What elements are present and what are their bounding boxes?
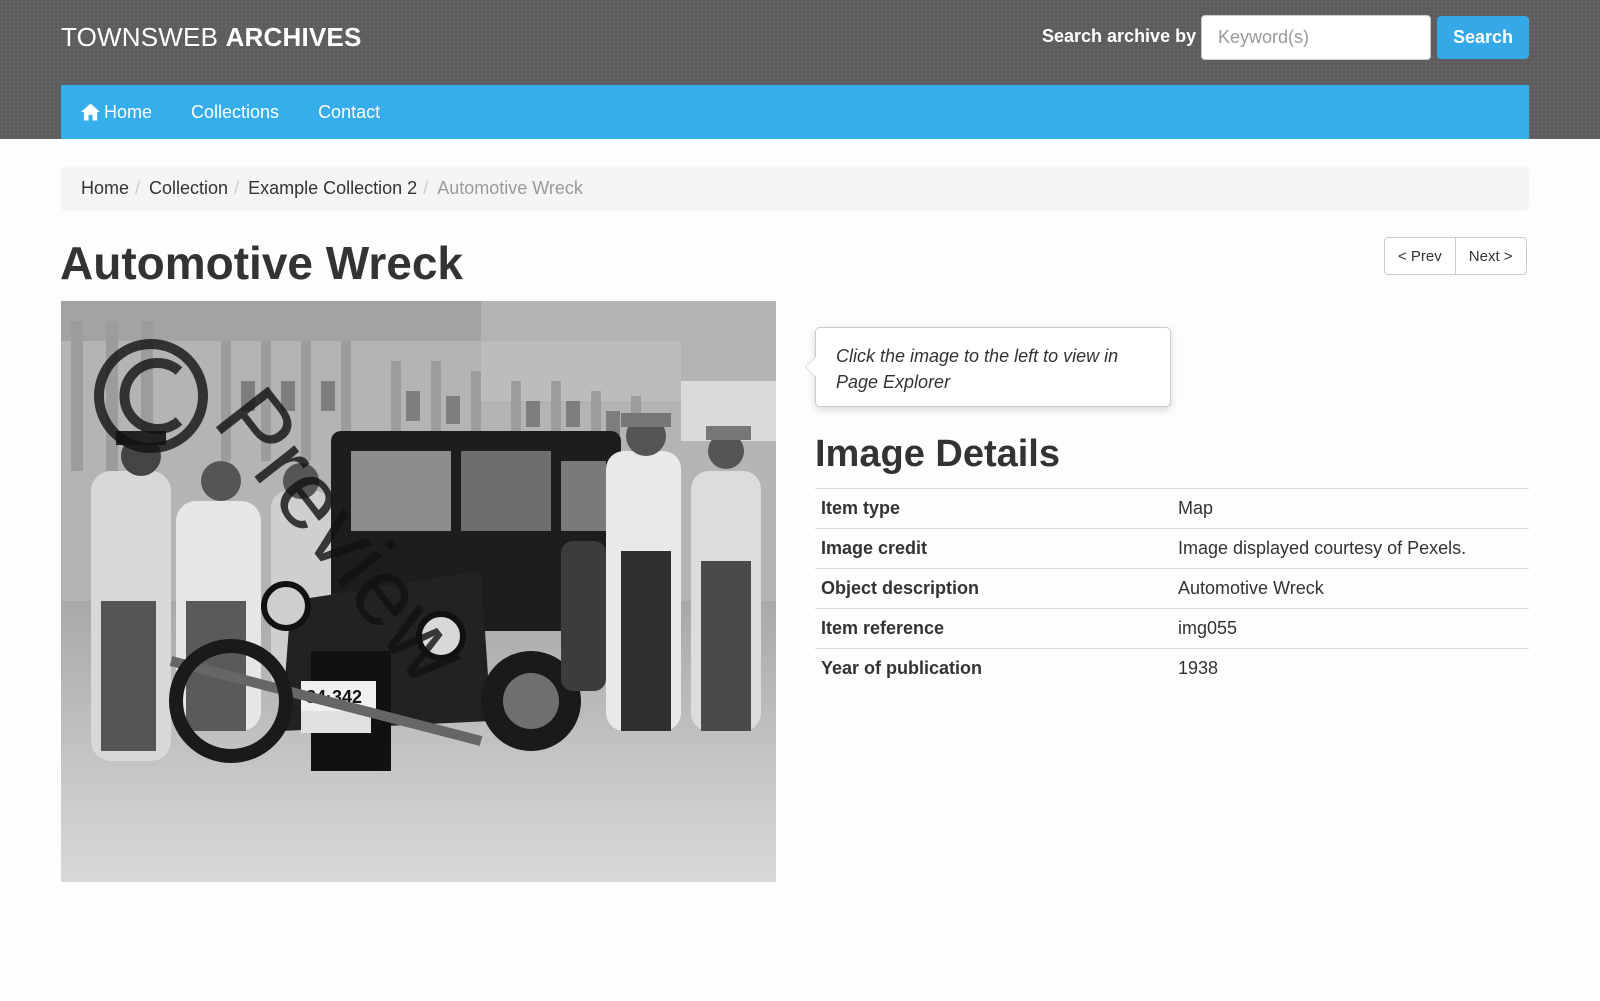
detail-value: Image displayed courtesy of Pexels.	[1178, 538, 1467, 558]
search-label: Search archive by	[1042, 26, 1197, 46]
page-title: Automotive Wreck	[60, 237, 464, 289]
table-row: Item type Map	[815, 488, 1529, 529]
detail-key: Image credit	[821, 538, 928, 558]
archive-image[interactable]: 84·342 Preview	[61, 301, 776, 882]
site-logo[interactable]: TOWNSWEB ARCHIVES	[61, 22, 362, 53]
nav-item-home[interactable]: Home	[81, 102, 152, 123]
home-icon	[81, 103, 100, 121]
breadcrumb-collection[interactable]: Collection	[149, 178, 228, 199]
search-button[interactable]: Search	[1437, 16, 1529, 59]
pager: < Prev Next >	[1384, 237, 1527, 275]
detail-key: Year of publication	[821, 658, 983, 679]
page-explorer-hint: Click the image to the left to view in P…	[805, 327, 1171, 407]
breadcrumb-home[interactable]: Home	[81, 178, 129, 199]
nav-item-label: Collections	[191, 101, 280, 122]
detail-value: Map	[1178, 498, 1214, 518]
table-row: Item reference img055	[815, 608, 1529, 649]
nav-item-label: Contact	[318, 101, 381, 122]
image-details-table: Item type Map Image credit Image display…	[815, 488, 1529, 689]
table-row: Year of publication 1938	[815, 648, 1529, 689]
table-row: Object description Automotive Wreck	[815, 568, 1529, 609]
archive-photo: 84·342	[61, 301, 776, 882]
breadcrumb: Home / Collection / Example Collection 2…	[61, 166, 1529, 211]
breadcrumb-current: Automotive Wreck	[437, 178, 583, 198]
nav-item-label: Home	[104, 101, 153, 122]
hint-text: Click the image to the left to view in P…	[836, 346, 1119, 392]
detail-key: Object description	[821, 578, 980, 598]
detail-key: Item reference	[821, 618, 945, 638]
breadcrumb-separator: /	[135, 178, 141, 198]
breadcrumb-separator: /	[423, 178, 429, 198]
detail-value: 1938	[1178, 658, 1219, 679]
search-input[interactable]	[1201, 15, 1431, 60]
nav-item-contact[interactable]: Contact	[318, 102, 380, 123]
table-row: Image credit Image displayed courtesy of…	[815, 528, 1529, 569]
image-details-title: Image Details	[815, 433, 1060, 475]
nav-item-collections[interactable]: Collections	[191, 102, 279, 123]
brand-name: TOWNSWEB	[61, 22, 219, 52]
detail-value: Automotive Wreck	[1178, 578, 1324, 598]
breadcrumb-example-collection[interactable]: Example Collection 2	[248, 178, 417, 199]
detail-value: img055	[1178, 618, 1238, 638]
next-button[interactable]: Next >	[1454, 238, 1526, 274]
prev-button[interactable]: < Prev	[1385, 238, 1455, 274]
main-nav: Home Collections Contact	[61, 85, 1529, 139]
brand-name-bold: ARCHIVES	[225, 22, 362, 52]
breadcrumb-separator: /	[234, 178, 240, 198]
detail-key: Item type	[821, 498, 901, 518]
